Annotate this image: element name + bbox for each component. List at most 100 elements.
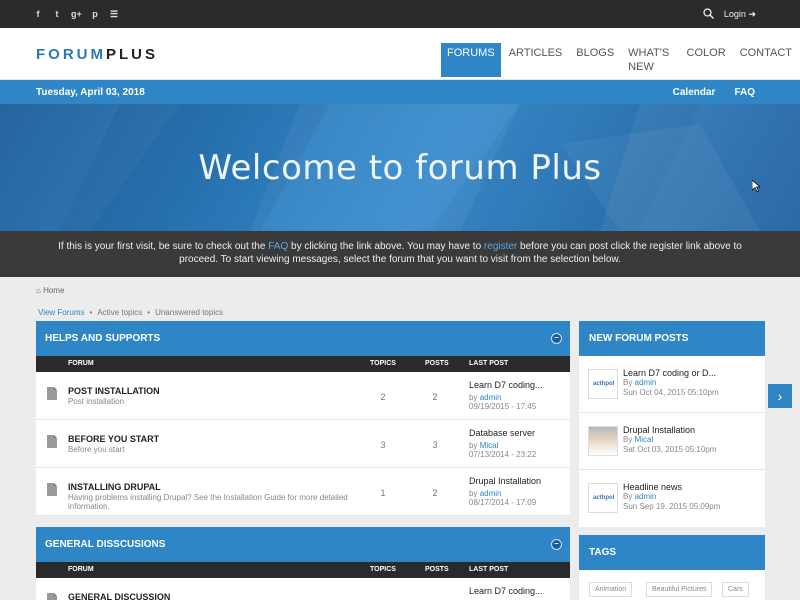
col-topics: TOPICS [370, 566, 396, 573]
new-post-user[interactable]: admin [635, 378, 657, 387]
col-last-post: LAST POST [469, 566, 509, 573]
new-post-title[interactable]: Headline news [623, 482, 682, 492]
facebook-icon[interactable]: f [33, 8, 43, 20]
section-title[interactable]: HELPS AND SUPPORTS [45, 333, 160, 344]
post-thumbnail[interactable] [588, 426, 618, 456]
post-thumbnail[interactable]: acthpol [588, 369, 618, 399]
nav-whats-new[interactable]: WHAT'S NEW [622, 43, 678, 77]
forum-title[interactable]: BEFORE YOU START [68, 434, 159, 444]
forum-description: Having problems installing Drupal? See t… [68, 493, 348, 511]
by-label: by [469, 441, 478, 450]
forum-document-icon [47, 387, 57, 400]
nav-forums[interactable]: FORUMS [441, 43, 501, 77]
date-bar: Tuesday, April 03, 2018 Calendar FAQ [0, 80, 800, 104]
tag-item[interactable]: Animation [589, 582, 633, 597]
nav-blogs[interactable]: BLOGS [570, 43, 620, 77]
new-post-item: Drupal Installation By Mical Sat Oct 03,… [579, 413, 765, 470]
login-icon: ➜ [748, 9, 756, 19]
forum-document-icon [47, 593, 57, 600]
post-thumbnail[interactable]: acthpol [588, 483, 618, 513]
view-forums-link[interactable]: View Forums [38, 308, 85, 317]
faq-link[interactable]: FAQ [734, 87, 755, 98]
home-icon: ⌂ [36, 286, 41, 295]
forum-title[interactable]: GENERAL DISCUSSION [68, 592, 170, 600]
pinterest-icon[interactable]: p [90, 8, 100, 20]
rss-icon[interactable]: ☰ [109, 8, 119, 20]
col-posts: POSTS [425, 360, 449, 367]
hero-title: Welcome to forum Plus [198, 148, 602, 188]
forum-row: BEFORE YOU START Before you start 3 3 Da… [36, 420, 570, 468]
forum-title[interactable]: INSTALLING DRUPAL [68, 482, 161, 492]
unanswered-topics-link[interactable]: Unanswered topics [155, 308, 223, 317]
by-label: by [469, 393, 478, 402]
new-post-item: acthpol Learn D7 coding or D... By admin… [579, 356, 765, 413]
login-link[interactable]: Login ➜ [724, 9, 756, 20]
col-posts: POSTS [425, 566, 449, 573]
new-post-item: acthpol Headline news By admin Sun Sep 1… [579, 470, 765, 527]
collapse-icon[interactable]: – [551, 539, 562, 550]
nav-color[interactable]: COLOR [681, 43, 732, 77]
last-post-author: by admin [469, 489, 501, 498]
nav-contact[interactable]: CONTACT [734, 43, 798, 77]
next-arrow-button[interactable]: › [768, 384, 792, 408]
new-post-user[interactable]: admin [635, 492, 657, 501]
forum-document-icon [47, 483, 57, 496]
notice-text-2: by clicking the link above. You may have… [288, 241, 484, 252]
current-date: Tuesday, April 03, 2018 [36, 87, 145, 98]
calendar-link[interactable]: Calendar [673, 87, 716, 98]
active-topics-link[interactable]: Active topics [97, 308, 142, 317]
section-title[interactable]: GENERAL DISSCUSIONS [45, 539, 165, 550]
date-bar-links: Calendar FAQ [673, 87, 755, 98]
new-post-author: By admin [623, 378, 656, 387]
topics-count: 3 [380, 440, 386, 450]
forum-title[interactable]: POST INSTALLATION [68, 386, 160, 396]
tag-item[interactable]: Cars [722, 582, 749, 597]
search-icon[interactable] [703, 8, 714, 21]
last-post-date: 07/13/2014 - 23:22 [469, 450, 537, 459]
last-post-user[interactable]: admin [480, 393, 502, 402]
last-post-title[interactable]: Database server [469, 428, 535, 438]
new-posts-title: NEW FORUM POSTS [579, 321, 765, 356]
twitter-icon[interactable]: t [52, 8, 62, 20]
tag-item[interactable]: Beautiful Pictures [646, 582, 713, 597]
new-post-author: By Mical [623, 435, 653, 444]
new-post-title[interactable]: Learn D7 coding or D... [623, 368, 716, 378]
forum-subnav: View Forums • Active topics • Unanswered… [38, 308, 223, 317]
breadcrumb-home[interactable]: Home [43, 286, 64, 295]
thumb-logo-text: acthpol [593, 381, 615, 387]
new-post-date: Sat Oct 03, 2015 05:10pm [623, 445, 717, 454]
new-post-date: Sun Oct 04, 2015 05:10pm [623, 388, 719, 397]
chevron-right-icon: › [777, 388, 783, 404]
last-post-title[interactable]: Drupal Installation [469, 476, 541, 486]
col-forum: FORUM [68, 566, 94, 573]
tags-title: TAGS [579, 535, 765, 570]
column-headers: FORUM TOPICS POSTS LAST POST [36, 562, 570, 578]
by-label: By [623, 492, 633, 501]
new-post-title[interactable]: Drupal Installation [623, 425, 695, 435]
last-post-date: 09/19/2015 - 17:45 [469, 402, 537, 411]
by-label: by [469, 489, 478, 498]
notice-faq-link[interactable]: FAQ [268, 241, 288, 252]
hero-banner: Welcome to forum Plus [0, 104, 800, 231]
forum-row: POST INSTALLATION Post installation 2 2 … [36, 372, 570, 420]
posts-count: 2 [432, 488, 438, 498]
last-post-user[interactable]: Mical [480, 441, 499, 450]
last-post-title[interactable]: Learn D7 coding... [469, 380, 543, 390]
notice-register-link[interactable]: register [484, 241, 517, 252]
logo-part-1: FORUM [36, 46, 106, 63]
nav-articles[interactable]: ARTICLES [503, 43, 569, 77]
google-plus-icon[interactable]: g+ [71, 8, 82, 20]
social-links: f t g+ p ☰ [33, 8, 119, 20]
new-post-user[interactable]: Mical [635, 435, 654, 444]
forum-row: GENERAL DISCUSSION Learn D7 coding... [36, 578, 570, 600]
column-headers: FORUM TOPICS POSTS LAST POST [36, 356, 570, 372]
collapse-icon[interactable]: – [551, 333, 562, 344]
last-post-title[interactable]: Learn D7 coding... [469, 586, 543, 596]
col-topics: TOPICS [370, 360, 396, 367]
topics-count: 1 [380, 488, 386, 498]
last-post-author: by admin [469, 393, 501, 402]
site-logo[interactable]: FORUMPLUS [36, 46, 158, 63]
last-post-user[interactable]: admin [480, 489, 502, 498]
section-header: HELPS AND SUPPORTS – [36, 321, 570, 356]
site-header: FORUMPLUS FORUMS ARTICLES BLOGS WHAT'S N… [0, 28, 800, 80]
